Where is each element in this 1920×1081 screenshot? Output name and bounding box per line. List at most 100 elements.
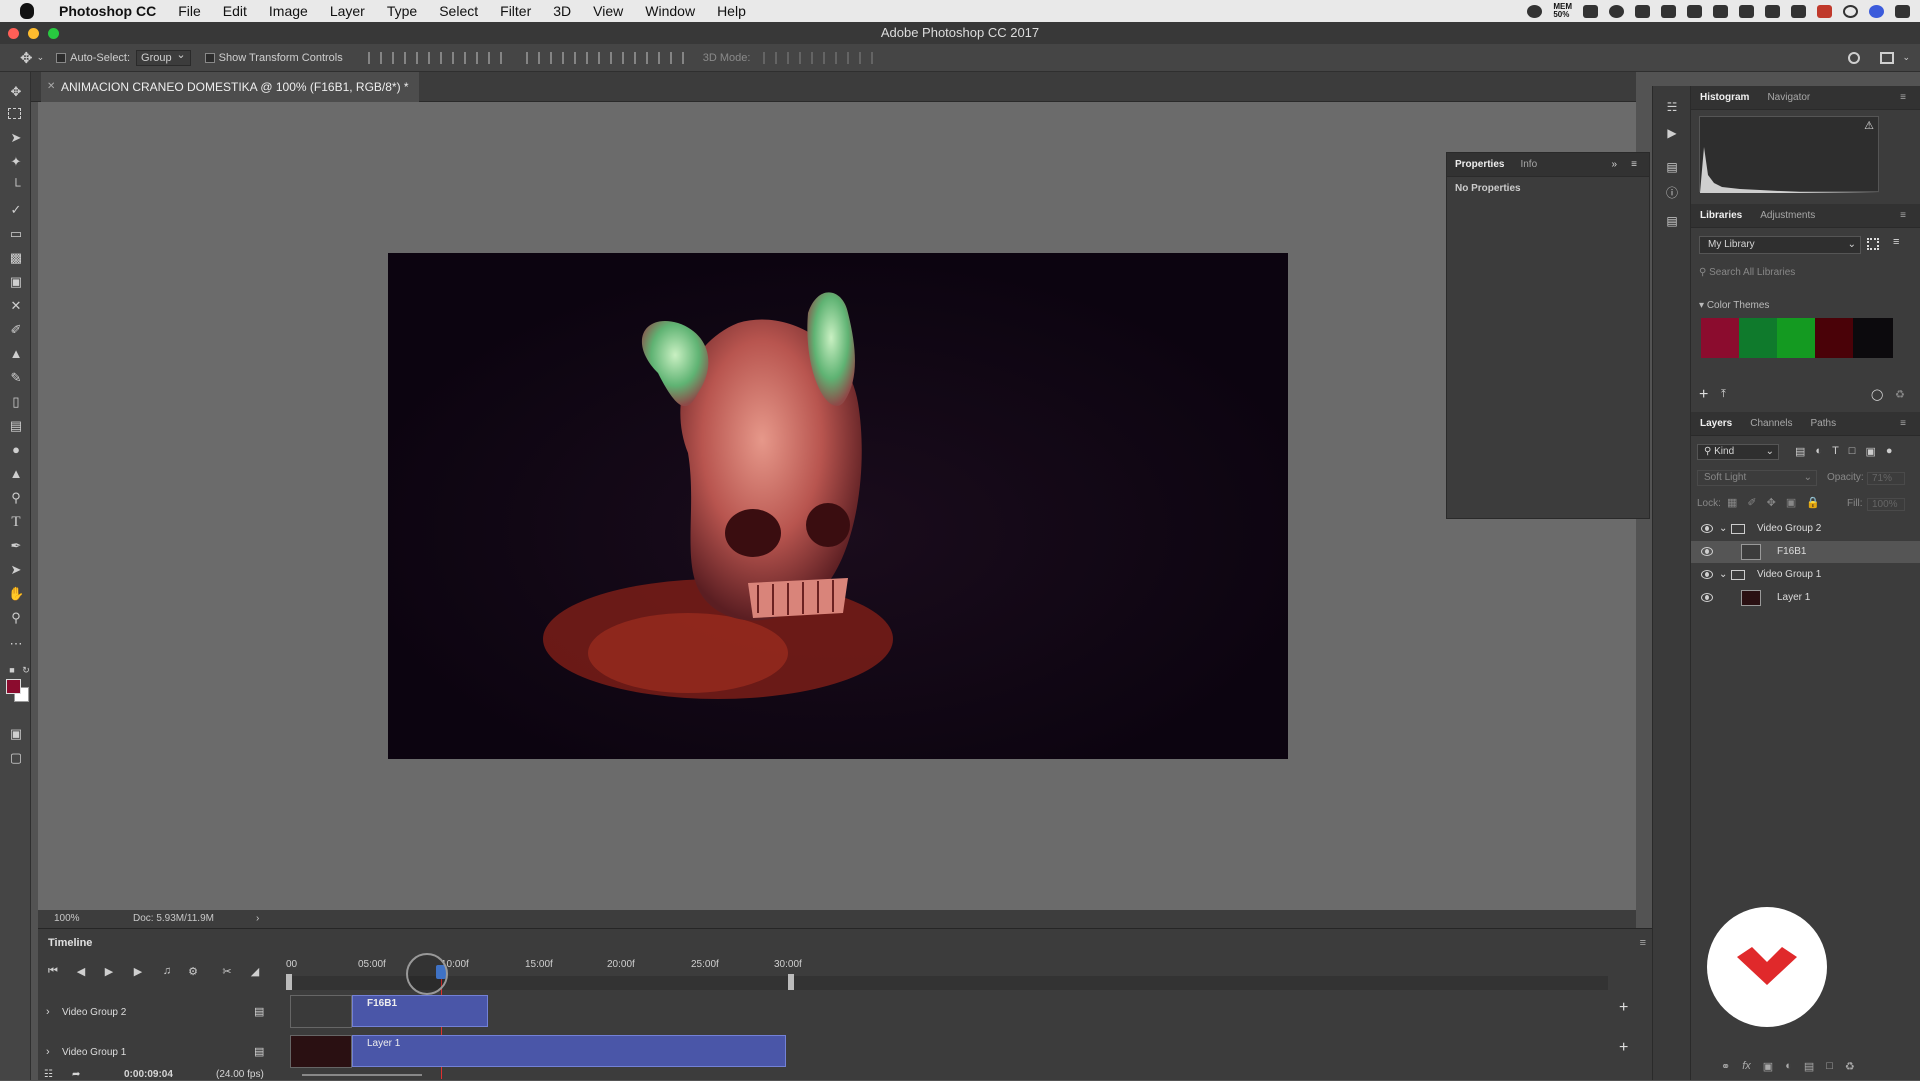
filter-toggle-icon[interactable]: ● xyxy=(1886,445,1893,458)
add-media-plus-icon[interactable]: + xyxy=(1619,999,1628,1017)
color-swatch[interactable] xyxy=(1739,318,1777,358)
minimize-window-button[interactable] xyxy=(28,28,39,39)
creative-cloud-icon[interactable] xyxy=(1609,4,1624,18)
properties-panel-icon[interactable]: ▤ xyxy=(1665,160,1679,174)
color-swatch[interactable] xyxy=(1853,318,1893,358)
search-icon[interactable] xyxy=(1843,4,1858,18)
blend-mode-dropdown[interactable]: Soft Light ⌄ xyxy=(1697,470,1817,486)
list-view-icon[interactable]: ≡ xyxy=(1893,236,1899,248)
upload-icon[interactable]: ⤒ xyxy=(1721,388,1726,401)
sharpen-tool-icon[interactable]: ▲ xyxy=(8,466,24,482)
more-tools-icon[interactable]: ⋯ xyxy=(8,636,24,652)
tab-properties[interactable]: Properties xyxy=(1447,159,1512,170)
work-area-end-handle[interactable] xyxy=(788,974,794,990)
visibility-eye-icon[interactable] xyxy=(1701,547,1713,556)
expand-track-icon[interactable]: › xyxy=(46,1006,50,1018)
brush-tool-icon[interactable]: ✐ xyxy=(8,322,24,338)
volume-icon[interactable] xyxy=(1791,4,1806,18)
play-icon[interactable]: ▶ xyxy=(102,965,116,979)
menu-app-name[interactable]: Photoshop CC xyxy=(48,3,167,19)
align-top-icon[interactable] xyxy=(367,51,382,64)
3d-slide-icon[interactable] xyxy=(835,51,850,64)
memory-indicator[interactable]: MEM 50% xyxy=(1553,3,1572,19)
align-right-icon[interactable] xyxy=(487,51,502,64)
color-theme-swatches[interactable] xyxy=(1701,318,1893,358)
dodge-tool-icon[interactable]: ⚲ xyxy=(8,490,24,506)
lasso-tool-icon[interactable]: ➤ xyxy=(8,130,24,146)
close-window-button[interactable] xyxy=(8,28,19,39)
apple-icon[interactable] xyxy=(20,3,34,19)
zoom-tool-icon[interactable]: ⚲ xyxy=(8,610,24,626)
status-menu-arrow-icon[interactable]: › xyxy=(256,910,259,928)
chevron-down-icon[interactable]: ⌄ xyxy=(37,52,45,63)
distribute-right-icon[interactable] xyxy=(645,51,660,64)
warning-icon[interactable]: ⚠ xyxy=(1864,119,1874,132)
document-tab[interactable]: ✕ ANIMACION CRANEO DOMESTIKA @ 100% (F16… xyxy=(41,72,419,102)
character-panel-icon[interactable]: ▤ xyxy=(1665,214,1679,228)
align-horizontal-center-icon[interactable] xyxy=(463,51,478,64)
library-dropdown[interactable]: My Library ⌄ xyxy=(1699,236,1861,254)
menu-window[interactable]: Window xyxy=(634,3,706,19)
split-scissors-icon[interactable]: ✂ xyxy=(220,965,234,979)
color-swatch[interactable] xyxy=(1701,318,1739,358)
lock-artboard-icon[interactable]: ▣ xyxy=(1786,496,1796,509)
transition-icon[interactable]: ◢ xyxy=(248,965,262,979)
marquee-tool-icon[interactable] xyxy=(8,108,21,119)
gradient-tool-icon[interactable]: ▤ xyxy=(8,418,24,434)
eyedropper-tool-icon[interactable]: ✓ xyxy=(8,202,24,218)
panel-menu-icon[interactable]: ≡ xyxy=(1891,418,1915,429)
previous-frame-icon[interactable]: ◀ xyxy=(74,965,88,979)
library-search[interactable]: ⚲ Search All Libraries xyxy=(1699,264,1914,282)
clip-f16b1[interactable]: F16B1 xyxy=(352,995,488,1027)
actions-play-icon[interactable]: ▶ xyxy=(1665,126,1679,140)
menu-3d[interactable]: 3D xyxy=(542,3,582,19)
eraser-tool-icon[interactable]: ▯ xyxy=(8,394,24,410)
work-area-start-handle[interactable] xyxy=(286,974,292,990)
delete-layer-icon[interactable]: ♻ xyxy=(1845,1060,1855,1073)
zoom-window-button[interactable] xyxy=(48,28,59,39)
settings-gear-icon[interactable]: ⚙ xyxy=(186,965,200,979)
record-icon[interactable] xyxy=(1527,4,1543,18)
track-film-icon[interactable]: ▤ xyxy=(254,1005,264,1018)
lock-icon[interactable] xyxy=(1687,4,1702,18)
tab-info[interactable]: Info xyxy=(1512,159,1545,170)
auto-select-checkbox[interactable] xyxy=(56,52,67,63)
menu-image[interactable]: Image xyxy=(258,3,319,19)
layer-row-f16b1[interactable]: F16B1 xyxy=(1691,541,1920,563)
blur-tool-icon[interactable]: ● xyxy=(8,442,24,458)
3d-scale-icon[interactable] xyxy=(859,51,874,64)
path-selection-tool-icon[interactable]: ➤ xyxy=(8,562,24,578)
healing-brush-tool-icon[interactable]: ▭ xyxy=(8,226,24,242)
panel-menu-icon[interactable]: ≡ xyxy=(1623,159,1645,170)
distribute-bottom-icon[interactable] xyxy=(573,51,588,64)
panel-menu-icon[interactable]: ≡ xyxy=(1891,92,1915,103)
panel-menu-icon[interactable]: ≡ xyxy=(1891,210,1915,221)
shape-filter-icon[interactable]: □ xyxy=(1849,445,1856,458)
3d-roll-icon[interactable] xyxy=(787,51,802,64)
tab-layers[interactable]: Layers xyxy=(1691,418,1741,429)
ruler-tool-icon[interactable]: ▩ xyxy=(8,250,24,266)
color-swatch[interactable] xyxy=(1777,318,1815,358)
foreground-color-swatch[interactable] xyxy=(6,679,21,694)
document-canvas[interactable] xyxy=(388,253,1288,759)
layer-row-layer-1[interactable]: Layer 1 xyxy=(1691,587,1920,609)
visibility-eye-icon[interactable] xyxy=(1701,570,1713,579)
quick-mask-icon[interactable]: ▣ xyxy=(8,726,24,742)
puppet-warp-tool-icon[interactable]: ✕ xyxy=(8,298,24,314)
distribute-hcenter-icon[interactable] xyxy=(621,51,636,64)
tab-libraries[interactable]: Libraries xyxy=(1691,210,1751,221)
menu-type[interactable]: Type xyxy=(376,3,428,19)
collapse-panel-icon[interactable]: » xyxy=(1603,159,1625,170)
convert-frames-icon[interactable]: ➦ xyxy=(72,1069,80,1080)
zoom-level[interactable]: 100% xyxy=(54,910,80,928)
frame-tool-icon[interactable]: ▣ xyxy=(8,274,24,290)
menu-filter[interactable]: Filter xyxy=(489,3,542,19)
layer-filter-dropdown[interactable]: ⚲ Kind ⌄ xyxy=(1697,444,1779,460)
link-layers-icon[interactable]: ⚭ xyxy=(1721,1060,1730,1073)
fill-value[interactable]: 100% xyxy=(1867,498,1905,511)
canvas-area[interactable] xyxy=(38,102,1636,910)
chevron-down-icon[interactable]: ⌄ xyxy=(1719,564,1727,586)
pixel-filter-icon[interactable]: ▤ xyxy=(1795,445,1805,458)
cloud-icon[interactable] xyxy=(1583,4,1598,18)
tab-histogram[interactable]: Histogram xyxy=(1691,92,1758,103)
